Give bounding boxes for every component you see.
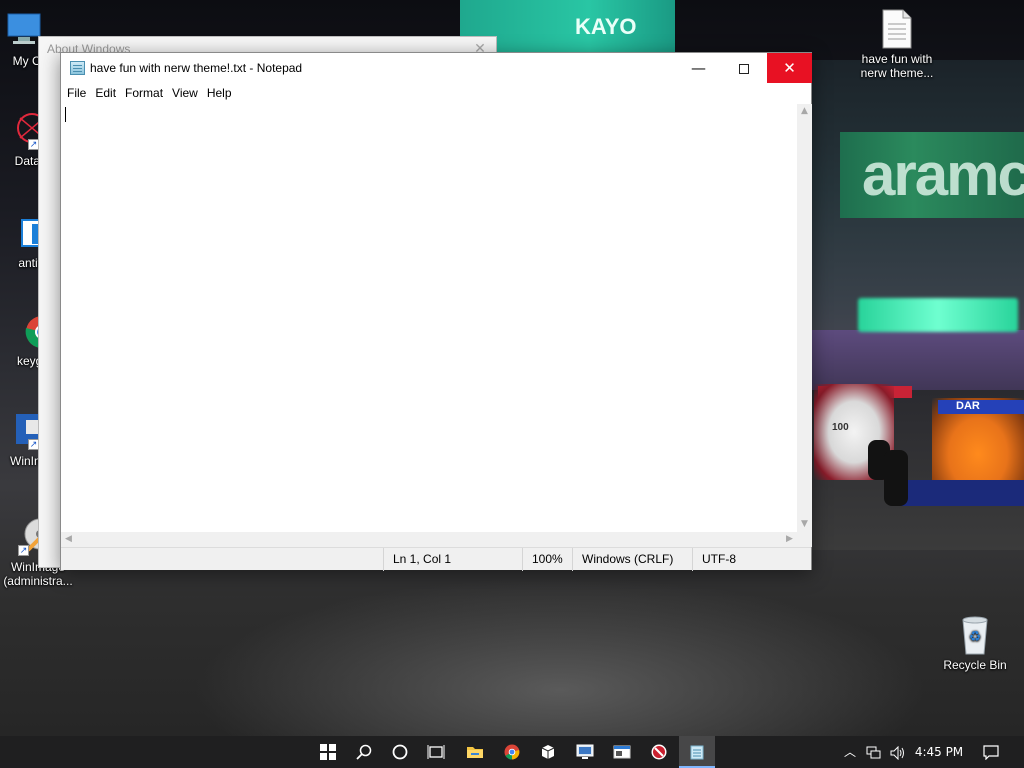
taskbar: ︿ 4:45 PM [0, 736, 1024, 768]
search-icon [356, 744, 372, 760]
tray-overflow-chevron-icon[interactable]: ︿ [841, 736, 859, 768]
vertical-scrollbar[interactable]: ▲ ▼ [797, 104, 812, 532]
search-button[interactable] [346, 736, 382, 768]
windows-logo-icon [320, 744, 336, 760]
wallpaper-car-wheel [884, 450, 908, 506]
menu-help[interactable]: Help [203, 84, 236, 104]
notepad-titlebar[interactable]: have fun with nerw theme!.txt - Notepad … [61, 53, 812, 84]
start-button[interactable] [310, 736, 346, 768]
desktop-icon-recycle-bin[interactable]: ♻ Recycle Bin [937, 614, 1013, 672]
maximize-icon [738, 63, 749, 74]
menu-edit[interactable]: Edit [91, 84, 120, 104]
status-bar: Ln 1, Col 1 100% Windows (CRLF) UTF-8 [61, 547, 811, 571]
taskbar-notepad[interactable] [679, 736, 715, 768]
cortana-button[interactable] [382, 736, 418, 768]
notepad-icon [70, 61, 85, 75]
text-editor-area[interactable] [61, 104, 797, 532]
taskbar-remote-desktop[interactable] [567, 736, 603, 768]
app-window-icon [613, 745, 631, 759]
wallpaper-car-orange-floor [900, 480, 1024, 506]
status-line-ending: Windows (CRLF) [572, 548, 692, 571]
task-view-icon [427, 745, 445, 759]
file-explorer-icon [467, 747, 483, 758]
cortana-icon [392, 744, 408, 760]
scroll-right-icon[interactable]: ▶ [782, 532, 797, 547]
taskbar-app-package[interactable] [530, 736, 566, 768]
notepad-window[interactable]: have fun with nerw theme!.txt - Notepad … [60, 52, 812, 571]
notification-icon [983, 745, 999, 761]
taskbar-file-explorer[interactable] [457, 736, 493, 768]
action-center-button[interactable] [978, 736, 1004, 768]
scroll-up-icon[interactable]: ▲ [797, 104, 812, 119]
minimize-button[interactable]: — [676, 53, 721, 83]
taskbar-app-window[interactable] [604, 736, 640, 768]
text-file-icon [877, 8, 917, 49]
close-button[interactable]: ✕ [767, 53, 812, 83]
svg-text:♻: ♻ [969, 629, 982, 645]
text-caret [65, 107, 66, 122]
desktop-icon-label: have fun with nerw theme... [860, 52, 934, 80]
maximize-button[interactable] [721, 53, 766, 83]
wallpaper-sponsor-board: aramco [840, 132, 1024, 218]
desktop-icon-text-file[interactable]: have fun with nerw theme... [859, 8, 935, 80]
menu-view[interactable]: View [168, 84, 202, 104]
wallpaper-car-orange-wing: DAR [938, 400, 1024, 414]
window-title: have fun with nerw theme!.txt - Notepad [90, 61, 303, 75]
wallpaper-neon-sign [858, 298, 1018, 332]
network-icon[interactable] [863, 736, 885, 768]
scroll-down-icon[interactable]: ▼ [797, 517, 812, 532]
menu-bar: File Edit Format View Help [61, 84, 811, 104]
scroll-left-icon[interactable]: ◀ [61, 532, 76, 547]
status-zoom: 100% [522, 548, 572, 571]
volume-icon[interactable] [887, 736, 909, 768]
taskbar-red-circle-app[interactable] [641, 736, 677, 768]
desktop-icon-label: Recycle Bin [943, 658, 1007, 672]
notepad-icon [690, 745, 704, 760]
scrollbar-corner [797, 532, 812, 547]
status-cursor-position: Ln 1, Col 1 [383, 548, 522, 571]
red-circle-app-icon [651, 744, 667, 760]
remote-desktop-icon [576, 744, 594, 759]
horizontal-scrollbar[interactable]: ◀ ▶ [61, 532, 797, 547]
taskbar-chrome[interactable] [494, 736, 530, 768]
task-view-button[interactable] [418, 736, 454, 768]
status-encoding: UTF-8 [692, 548, 811, 571]
shortcut-arrow-icon: ↗ [18, 545, 29, 556]
menu-file[interactable]: File [63, 84, 90, 104]
clock[interactable]: 4:45 PM [911, 736, 967, 768]
chrome-icon [504, 744, 520, 760]
app-package-icon [541, 745, 555, 759]
menu-format[interactable]: Format [121, 84, 167, 104]
recycle-bin-icon: ♻ [955, 614, 995, 655]
